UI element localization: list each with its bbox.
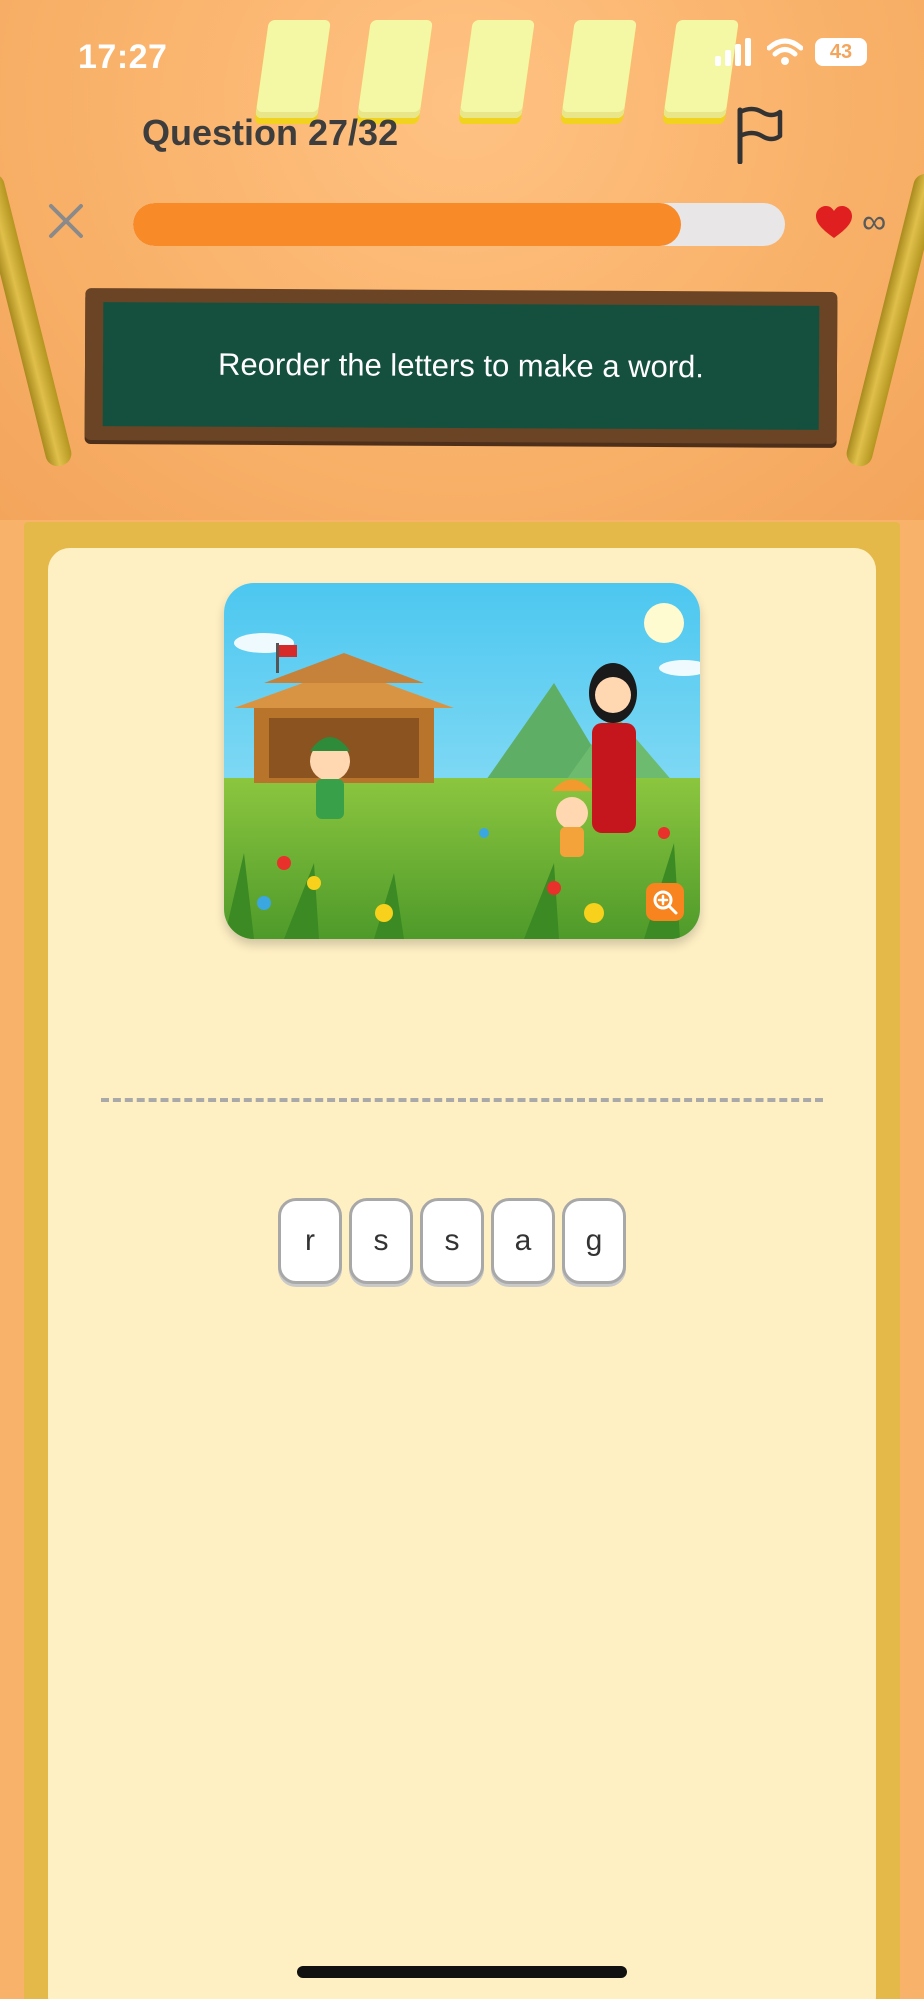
zoom-button[interactable] (646, 883, 684, 921)
instruction-text: Reorder the letters to make a word. (217, 346, 705, 385)
letter-tiles: r s s a g (278, 1198, 626, 1284)
zoom-in-icon (653, 890, 678, 915)
letter-tile[interactable]: s (349, 1198, 413, 1284)
flag-icon[interactable] (734, 106, 784, 164)
question-counter: Question 27/32 (142, 112, 399, 153)
letter-tile[interactable]: g (562, 1198, 626, 1284)
answer-slot[interactable] (101, 1098, 823, 1102)
letter-tile[interactable]: a (491, 1198, 555, 1284)
instruction-board: Reorder the letters to make a word. (84, 288, 838, 444)
progress-fill (133, 203, 681, 246)
lives-infinite: ∞ (862, 203, 887, 241)
letter-tile[interactable]: r (278, 1198, 342, 1284)
signal-icon (715, 38, 751, 66)
scene-illustration (224, 583, 700, 939)
home-indicator (297, 1966, 627, 1978)
heart-icon (816, 206, 852, 238)
close-icon[interactable] (45, 200, 87, 242)
question-image[interactable] (224, 583, 700, 939)
progress-bar (133, 203, 785, 246)
status-icons: 43 (715, 38, 867, 66)
wifi-icon (767, 38, 803, 65)
app-screen: 17:27 43 Question 27/32 ∞ Reorder the le… (0, 0, 924, 1999)
battery-icon: 43 (815, 38, 867, 66)
letter-tile[interactable]: s (420, 1198, 484, 1284)
status-time: 17:27 (78, 38, 168, 76)
